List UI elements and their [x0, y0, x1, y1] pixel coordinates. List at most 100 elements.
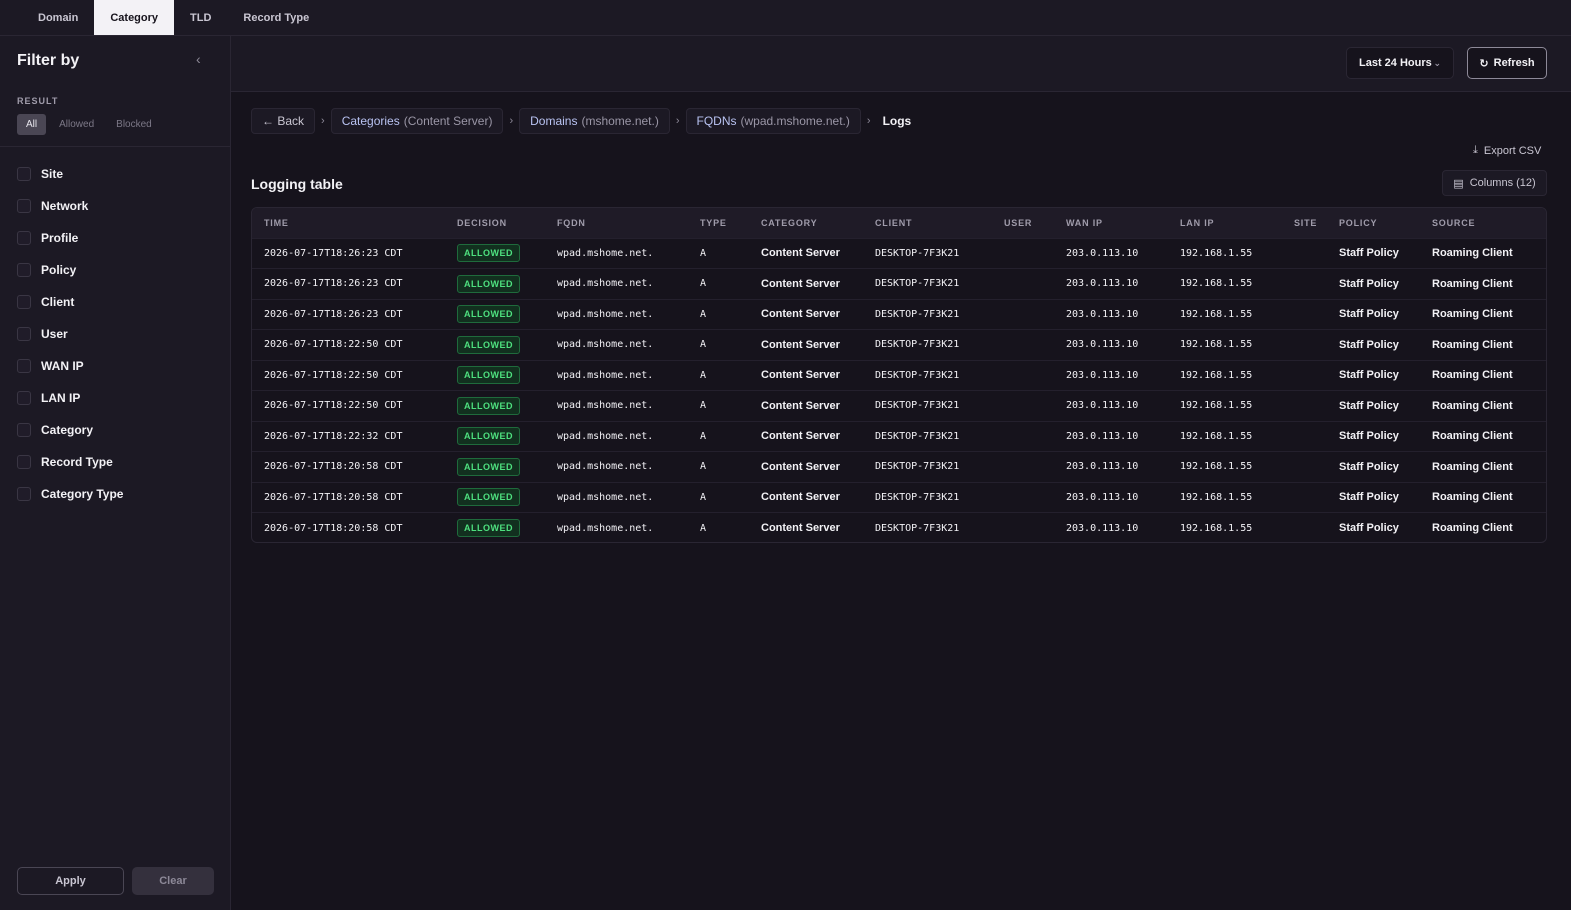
table-row[interactable]: 2026-07-17T18:26:23 CDT ALLOWED wpad.mshom… — [252, 268, 1546, 299]
column-header[interactable]: FQDN — [545, 208, 688, 238]
checkbox[interactable] — [17, 391, 31, 405]
column-header[interactable]: LAN IP — [1168, 208, 1282, 238]
table-cell: Roaming Client — [1420, 420, 1546, 452]
table-cell: 192.168.1.55 — [1168, 268, 1282, 299]
table-cell: 203.0.113.10 — [1054, 268, 1168, 299]
filter-network[interactable]: Network — [17, 190, 123, 222]
table-row[interactable]: 2026-07-17T18:22:50 CDT ALLOWED wpad.mshom… — [252, 329, 1546, 360]
table-cell: 203.0.113.10 — [1054, 481, 1168, 513]
result-option-all[interactable]: All — [17, 114, 47, 135]
column-header[interactable]: CATEGORY — [749, 208, 863, 238]
checkbox[interactable] — [17, 359, 31, 373]
table-row[interactable]: 2026-07-17T18:26:23 CDT ALLOWED wpad.mshom… — [252, 298, 1546, 330]
checkbox[interactable] — [17, 231, 31, 245]
table-cell: Roaming Client — [1420, 390, 1546, 421]
table-row[interactable]: 2026-07-17T18:22:50 CDT ALLOWED wpad.mshom… — [252, 390, 1546, 421]
time-range-select[interactable]: Last 24 Hours ⌄ — [1346, 47, 1454, 79]
filter-profile[interactable]: Profile — [17, 222, 123, 254]
tab-tld[interactable]: TLD — [174, 0, 227, 35]
checkbox[interactable] — [17, 487, 31, 501]
column-header[interactable]: DECISION — [445, 208, 545, 238]
column-header[interactable]: CLIENT — [863, 208, 992, 238]
table-cell: 2026-07-17T18:22:50 CDT — [252, 390, 445, 421]
back-button[interactable]: ← Back — [251, 108, 316, 134]
filter-label: Client — [41, 295, 75, 309]
apply-button[interactable]: Apply — [17, 867, 124, 895]
clear-button[interactable]: Clear — [132, 867, 214, 895]
column-header[interactable]: TIME — [252, 208, 445, 238]
chevron-left-icon[interactable]: ‹ — [196, 51, 201, 67]
table-cell: Staff Policy — [1327, 298, 1420, 330]
filter-label: WAN IP — [41, 359, 84, 373]
table-header-row: TIME DECISION FQDN TYPE CATEGORY CLIENT … — [252, 208, 1546, 238]
filter-policy[interactable]: Policy — [17, 254, 123, 286]
table-cell: DESKTOP-7F3K21 — [863, 359, 992, 391]
table-cell: A — [688, 298, 749, 330]
table-row[interactable]: 2026-07-17T18:22:50 CDT ALLOWED wpad.mshom… — [252, 359, 1546, 391]
filter-category-type[interactable]: Category Type — [17, 478, 123, 510]
table-title: Logging table — [251, 176, 343, 192]
table-cell: 2026-07-17T18:22:50 CDT — [252, 359, 445, 391]
table-cell: 2026-07-17T18:20:58 CDT — [252, 481, 445, 513]
table-cell: 192.168.1.55 — [1168, 512, 1282, 542]
checkbox[interactable] — [17, 423, 31, 437]
table-cell: Content Server — [749, 237, 863, 269]
table-cell: Content Server — [749, 420, 863, 452]
table-cell: Roaming Client — [1420, 298, 1546, 330]
column-header[interactable]: SITE — [1282, 208, 1327, 238]
table-cell — [1282, 268, 1327, 299]
tab-record-type[interactable]: Record Type — [227, 0, 325, 35]
column-header[interactable]: WAN IP — [1054, 208, 1168, 238]
filter-site[interactable]: Site — [17, 158, 123, 190]
breadcrumb-fqdns[interactable]: FQDNs (wpad.mshome.net.) — [685, 108, 861, 134]
filter-category[interactable]: Category — [17, 414, 123, 446]
filter-label: Category — [41, 423, 94, 437]
table-cell: Roaming Client — [1420, 451, 1546, 482]
filter-wan-ip[interactable]: WAN IP — [17, 350, 123, 382]
breadcrumb-categories[interactable]: Categories (Content Server) — [330, 108, 504, 134]
table-cell: 203.0.113.10 — [1054, 237, 1168, 269]
table-cell: Staff Policy — [1327, 512, 1420, 542]
filter-client[interactable]: Client — [17, 286, 123, 318]
columns-button[interactable]: ▤ Columns (12) — [1442, 170, 1547, 196]
result-option-blocked[interactable]: Blocked — [107, 114, 161, 135]
tab-domain[interactable]: Domain — [22, 0, 94, 35]
table-cell: wpad.mshome.net. — [545, 512, 688, 542]
checkbox[interactable] — [17, 327, 31, 341]
column-header[interactable]: POLICY — [1327, 208, 1420, 238]
checkbox[interactable] — [17, 295, 31, 309]
table-row[interactable]: 2026-07-17T18:20:58 CDT ALLOWED wpad.mshom… — [252, 451, 1546, 482]
table-row[interactable]: 2026-07-17T18:20:58 CDT ALLOWED wpad.mshom… — [252, 512, 1546, 542]
table-cell: wpad.mshome.net. — [545, 237, 688, 269]
filter-user[interactable]: User — [17, 318, 123, 350]
table-cell: 2026-07-17T18:26:23 CDT — [252, 237, 445, 269]
tab-category[interactable]: Category — [94, 0, 175, 35]
checkbox[interactable] — [17, 455, 31, 469]
column-header[interactable]: USER — [992, 208, 1054, 238]
column-header[interactable]: SOURCE — [1420, 208, 1546, 238]
table-row[interactable]: 2026-07-17T18:22:32 CDT ALLOWED wpad.mshom… — [252, 420, 1546, 452]
table-row[interactable]: 2026-07-17T18:20:58 CDT ALLOWED wpad.mshom… — [252, 481, 1546, 513]
refresh-button[interactable]: ↻ Refresh — [1467, 47, 1547, 79]
filter-record-type[interactable]: Record Type — [17, 446, 123, 478]
column-header[interactable]: TYPE — [688, 208, 749, 238]
filter-label: Profile — [41, 231, 79, 245]
table-cell: 192.168.1.55 — [1168, 359, 1282, 391]
breadcrumb-domains[interactable]: Domains (mshome.net.) — [519, 108, 670, 134]
chevron-right-icon: › — [675, 115, 680, 127]
table-cell: A — [688, 390, 749, 421]
table-cell: Staff Policy — [1327, 237, 1420, 269]
table-cell: Roaming Client — [1420, 237, 1546, 269]
table-cell: ALLOWED — [445, 481, 545, 513]
checkbox[interactable] — [17, 263, 31, 277]
table-cell: wpad.mshome.net. — [545, 329, 688, 360]
checkbox[interactable] — [17, 199, 31, 213]
filter-lan-ip[interactable]: LAN IP — [17, 382, 123, 414]
checkbox[interactable] — [17, 167, 31, 181]
table-row[interactable]: 2026-07-17T18:26:23 CDT ALLOWED wpad.mshom… — [252, 237, 1546, 269]
export-csv-button[interactable]: ⤓ Export CSV — [1473, 144, 1541, 157]
table-cell — [1282, 420, 1327, 452]
table-cell: Content Server — [749, 268, 863, 299]
table-cell — [992, 481, 1054, 513]
result-option-allowed[interactable]: Allowed — [50, 114, 103, 135]
